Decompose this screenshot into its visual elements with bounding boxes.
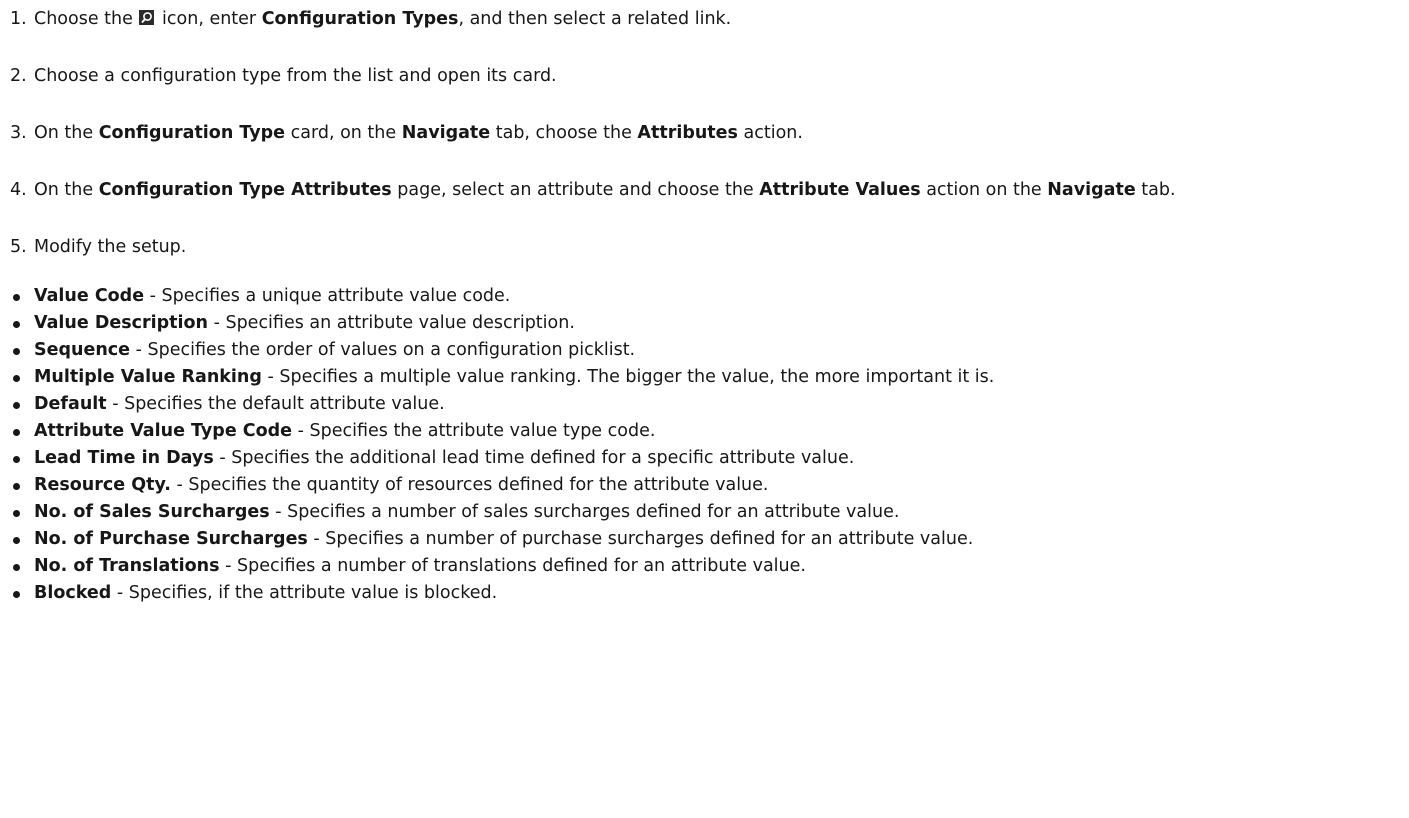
bullet-icon — [13, 456, 20, 463]
bullet-icon — [13, 402, 20, 409]
bullet-icon — [13, 510, 20, 517]
step-3: 3. On the Configuration Type card, on th… — [10, 120, 1409, 147]
bullet-icon — [13, 429, 20, 436]
list-item: Resource Qty. - Specifies the quantity o… — [10, 472, 1409, 499]
list-item: Blocked - Specifies, if the attribute va… — [10, 580, 1409, 607]
list-item: Attribute Value Type Code - Specifies th… — [10, 418, 1409, 445]
step-4: 4. On the Configuration Type Attributes … — [10, 177, 1409, 204]
step-1: 1. Choose the icon, enter Configuration … — [10, 6, 1409, 33]
list-item: No. of Sales Surcharges - Specifies a nu… — [10, 499, 1409, 526]
document-body: 1. Choose the icon, enter Configuration … — [0, 0, 1409, 607]
list-item: No. of Purchase Surcharges - Specifies a… — [10, 526, 1409, 553]
bullet-icon — [13, 375, 20, 382]
step-number: 5. — [10, 237, 27, 257]
bullet-icon — [13, 294, 20, 301]
list-item: Lead Time in Days - Specifies the additi… — [10, 445, 1409, 472]
step-number: 1. — [10, 9, 27, 29]
list-item: Multiple Value Ranking - Specifies a mul… — [10, 364, 1409, 391]
step-number: 4. — [10, 180, 27, 200]
bullet-icon — [13, 483, 20, 490]
list-item: No. of Translations - Specifies a number… — [10, 553, 1409, 580]
list-item: Sequence - Specifies the order of values… — [10, 337, 1409, 364]
bullet-icon — [13, 321, 20, 328]
steps-list: 1. Choose the icon, enter Configuration … — [0, 6, 1409, 261]
step-number: 2. — [10, 66, 27, 86]
list-item: Default - Specifies the default attribut… — [10, 391, 1409, 418]
step-number: 3. — [10, 123, 27, 143]
bullet-icon — [13, 348, 20, 355]
step-5: 5. Modify the setup. — [10, 234, 1409, 261]
list-item: Value Code - Specifies a unique attribut… — [10, 283, 1409, 310]
bullet-icon — [13, 564, 20, 571]
search-icon — [139, 10, 155, 25]
step-2: 2. Choose a configuration type from the … — [10, 63, 1409, 90]
bullet-icon — [13, 537, 20, 544]
bullet-icon — [13, 591, 20, 598]
fields-list: Value Code - Specifies a unique attribut… — [0, 283, 1409, 607]
list-item: Value Description - Specifies an attribu… — [10, 310, 1409, 337]
